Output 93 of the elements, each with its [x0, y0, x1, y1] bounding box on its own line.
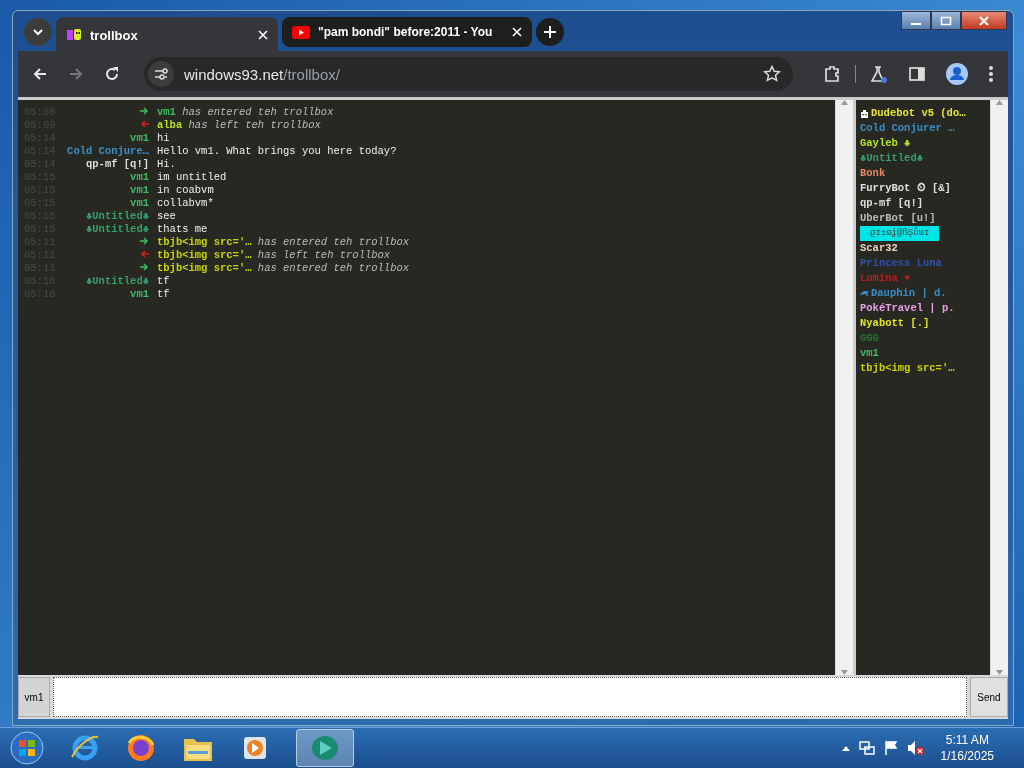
nickname-label: vm1	[18, 677, 50, 717]
close-tab-icon[interactable]	[258, 30, 268, 40]
user-name[interactable]: ♣Untitled♣	[860, 151, 923, 166]
nickname: Cold Conjure…	[66, 145, 149, 158]
dolphin-icon	[860, 289, 869, 298]
event-text: has entered teh trollbox	[257, 236, 410, 248]
maximize-button[interactable]	[931, 11, 961, 30]
address-bar[interactable]: windows93.net/trollbox/	[144, 57, 793, 91]
clock-time[interactable]: 5:11 AM	[945, 732, 989, 748]
close-icon	[978, 15, 990, 26]
nickname: tbjb<img src='…	[157, 236, 252, 248]
muted-speaker-icon[interactable]	[906, 740, 925, 756]
message-text: hi	[157, 132, 170, 145]
message-text: Hello vm1. What brings you here today?	[157, 145, 397, 158]
bookmark-star-icon[interactable]	[763, 65, 781, 83]
clock-date[interactable]: 1/16/2025	[940, 748, 994, 764]
close-button[interactable]	[961, 11, 1007, 30]
user-name[interactable]: UberBot [u!]	[860, 211, 936, 226]
user-name[interactable]: Dudebot v5 (do…	[871, 106, 966, 121]
url-text: windows93.net/trollbox/	[184, 65, 341, 83]
message-text: see	[157, 210, 176, 223]
event-text: has left teh trollbox	[188, 119, 321, 131]
user-name[interactable]: Dauphin | d.	[871, 286, 947, 301]
app-logo-icon	[310, 734, 340, 762]
arrow-right-icon	[140, 237, 149, 245]
internet-explorer-icon[interactable]	[70, 733, 100, 763]
message-text: tf	[157, 275, 170, 288]
minimize-icon	[911, 22, 921, 25]
back-icon[interactable]	[32, 66, 48, 82]
send-button[interactable]: Send	[970, 677, 1008, 717]
new-tab-button[interactable]	[536, 18, 564, 46]
arrow-right-icon	[140, 263, 149, 271]
arrow-right-icon	[140, 107, 149, 115]
browser-tab[interactable]: "pam bondi" before:2011 - You	[282, 17, 532, 47]
user-name[interactable]: Nyabott [.]	[860, 316, 930, 331]
flag-icon[interactable]	[882, 740, 899, 756]
play-icon	[292, 25, 310, 39]
caret-icon[interactable]	[840, 744, 851, 752]
robot-icon	[860, 109, 869, 118]
nickname: ♣Untitled♣	[85, 210, 149, 223]
nickname: vm1	[129, 288, 149, 301]
menu-icon[interactable]	[988, 65, 994, 83]
forward-icon[interactable]	[68, 66, 84, 82]
reload-icon[interactable]	[104, 66, 120, 82]
nickname: tbjb<img src='…	[157, 262, 252, 274]
nickname: vm1	[129, 171, 149, 184]
message-text: thats me	[157, 223, 208, 236]
event-text: has entered teh trollbox	[182, 106, 334, 118]
user-name[interactable]: qp-mf [q!]	[860, 196, 923, 211]
user-name[interactable]: Scar32	[860, 241, 898, 256]
nickname: qp-mf [q!]	[85, 158, 149, 171]
minimize-button[interactable]	[901, 11, 931, 30]
close-tab-icon[interactable]	[512, 27, 522, 37]
nickname: alba	[157, 119, 183, 131]
profile-avatar-icon[interactable]	[946, 63, 968, 85]
nickname: vm1	[129, 197, 149, 210]
event-text: has left teh trollbox	[257, 249, 391, 261]
maximize-icon	[940, 15, 952, 26]
arrow-left-icon	[140, 120, 149, 128]
taskbar-button[interactable]	[296, 729, 354, 767]
message-text: in coabvm	[157, 184, 214, 197]
user-name[interactable]: ϱɪ±ɷʝ@ßȘȫɯɪ	[860, 226, 940, 241]
event-text: has entered teh trollbox	[257, 262, 410, 274]
network-icon[interactable]	[858, 740, 875, 756]
user-name[interactable]: PokéTravel | p.	[860, 301, 955, 316]
nickname: tbjb<img src='…	[157, 249, 252, 261]
plus-icon	[544, 26, 556, 38]
user-name[interactable]: FurryBot ⏲ [&]	[860, 181, 951, 196]
side-panel-icon[interactable]	[908, 65, 926, 83]
tab-search-button[interactable]	[24, 18, 52, 46]
message-text: Hi.	[157, 158, 176, 171]
nickname: vm1	[157, 106, 176, 118]
extensions-icon[interactable]	[823, 65, 841, 83]
start-button[interactable]	[10, 731, 44, 765]
user-name[interactable]: Bonk	[860, 166, 886, 181]
user-name[interactable]: Cold Conjurer …	[860, 121, 955, 136]
arrow-left-icon	[140, 250, 149, 258]
browser-tab[interactable]: trollbox	[56, 17, 278, 53]
message-text: collabvm*	[157, 197, 214, 210]
nickname: ♣Untitled♣	[85, 223, 149, 236]
user-name[interactable]: Gayleb ♣	[860, 136, 911, 151]
site-settings-icon[interactable]	[148, 61, 174, 87]
message-text: im untitled	[157, 171, 227, 184]
nickname: vm1	[129, 132, 149, 145]
nickname: vm1	[129, 184, 149, 197]
user-name[interactable]: tbjb<img src='…	[860, 361, 955, 376]
chevron-down-icon	[32, 28, 44, 36]
nickname: ♣Untitled♣	[85, 275, 149, 288]
firefox-icon[interactable]	[126, 733, 156, 763]
message-input[interactable]	[53, 677, 967, 717]
user-name[interactable]: vm1	[860, 346, 879, 361]
flask-icon[interactable]	[870, 65, 888, 83]
message-text: tf	[157, 288, 170, 301]
